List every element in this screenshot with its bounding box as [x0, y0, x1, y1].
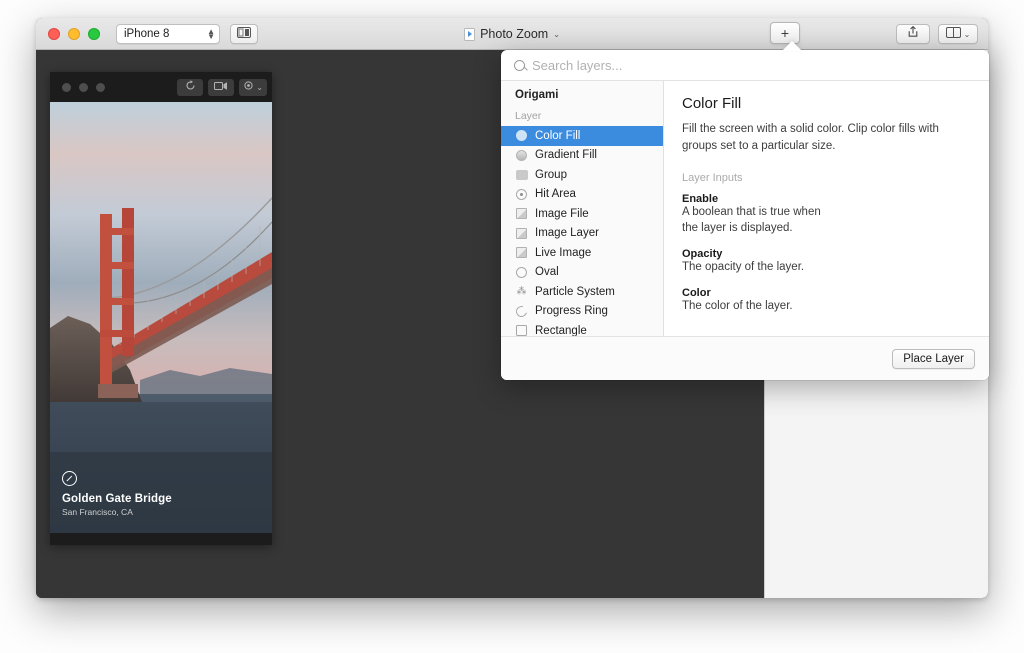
layer-inputs-label: Layer Inputs: [682, 172, 743, 185]
popover-footer: Place Layer: [501, 336, 989, 380]
preview-zoom-icon[interactable]: [96, 82, 105, 92]
library-item-label: Color Fill: [535, 129, 581, 142]
zoom-icon[interactable]: [88, 27, 100, 40]
particle-icon: ⁂: [516, 285, 527, 297]
library-item-label: Rectangle: [535, 324, 587, 336]
place-layer-button[interactable]: Place Layer: [892, 348, 975, 369]
photo-canvas: Golden Gate Bridge San Francisco, CA: [50, 102, 272, 533]
screen: iPhone 8 ▲ ▼ Photo Zoom ⌄ ⌄ + ⌄ Golden G…: [0, 0, 1024, 653]
preview-traffic-lights: [62, 82, 105, 92]
library-item-label: Progress Ring: [535, 305, 608, 318]
share-button[interactable]: [896, 24, 930, 44]
library-item-particle-system[interactable]: ⁂ Particle System: [501, 282, 663, 302]
library-item-label: Image File: [535, 207, 589, 220]
gear-icon: [243, 80, 254, 94]
minimize-icon[interactable]: [68, 27, 80, 40]
layer-detail-panel: Color Fill Fill the screen with a solid …: [664, 81, 989, 336]
input-description: The opacity of the layer.: [682, 261, 805, 274]
input-description: A boolean that is true when the layer is…: [682, 206, 821, 235]
close-icon[interactable]: [48, 27, 60, 40]
preview-record-button[interactable]: [208, 78, 235, 96]
preview-toolbar: ⌄: [50, 72, 272, 102]
overlay-title: Golden Gate Bridge: [62, 493, 172, 505]
library-item-hit-area[interactable]: Hit Area: [501, 185, 663, 205]
library-item-image-file[interactable]: Image File: [501, 204, 663, 224]
search-row[interactable]: Search layers...: [501, 50, 989, 81]
rectangle-icon: [515, 324, 528, 336]
popover-body: Origami Layer Color Fill Gradient Fill Gro…: [501, 81, 989, 336]
library-item-progress-ring[interactable]: Progress Ring: [501, 302, 663, 322]
split-view-button[interactable]: [230, 23, 258, 44]
image-icon: [515, 246, 528, 259]
overlay-subtitle: San Francisco, CA: [62, 507, 133, 517]
document-title-text: Photo Zoom: [480, 27, 549, 41]
record-icon: [214, 81, 228, 94]
library-item-image-layer[interactable]: Image Layer: [501, 224, 663, 244]
preview-refresh-button[interactable]: [177, 78, 204, 96]
hit-area-icon: [515, 188, 528, 201]
share-icon: [907, 25, 919, 43]
library-name: Origami: [515, 89, 559, 101]
input-name: Enable: [682, 193, 719, 206]
preview-minimize-icon[interactable]: [79, 82, 88, 92]
titlebar-right-tools: ⌄: [896, 24, 978, 44]
preview-tools: ⌄: [177, 78, 267, 96]
stepper-icon: ▲ ▼: [207, 26, 215, 41]
layer-library-list[interactable]: Origami Layer Color Fill Gradient Fill Gro…: [501, 81, 664, 336]
detail-description: Fill the screen with a solid color. Clip…: [682, 123, 939, 152]
library-item-label: Gradient Fill: [535, 149, 597, 162]
circle-gradient-icon: [515, 149, 528, 162]
device-selector[interactable]: iPhone 8 ▲ ▼: [116, 23, 220, 44]
chevron-down-icon[interactable]: ⌄: [553, 30, 560, 39]
library-item-rectangle[interactable]: Rectangle: [501, 321, 663, 336]
chevron-down-icon: ⌄: [963, 29, 971, 39]
input-description: The color of the layer.: [682, 299, 793, 312]
library-item-label: Image Layer: [535, 227, 599, 240]
library-item-live-image[interactable]: Live Image: [501, 243, 663, 263]
library-item-group[interactable]: Group: [501, 165, 663, 185]
input-name: Color: [682, 286, 711, 299]
device-selector-value: iPhone 8: [124, 27, 170, 40]
preview-settings-button[interactable]: ⌄: [239, 78, 267, 96]
library-item-label: Group: [535, 168, 567, 181]
preview-close-icon[interactable]: [62, 82, 71, 92]
split-view-icon: [237, 25, 251, 43]
library-item-label: Hit Area: [535, 188, 576, 201]
image-icon: [515, 227, 528, 240]
library-items: Color Fill Gradient Fill Group Hit Area Imag…: [501, 126, 663, 336]
photo-overlay-card: Golden Gate Bridge San Francisco, CA: [50, 459, 272, 533]
window-titlebar: iPhone 8 ▲ ▼ Photo Zoom ⌄ ⌄ +: [36, 18, 988, 50]
document-icon: [464, 27, 476, 41]
circle-fill-icon: [515, 129, 528, 142]
image-icon: [515, 207, 528, 220]
refresh-icon: [185, 80, 196, 94]
layer-inputs-list: Enable A boolean that is true when the la…: [682, 193, 971, 314]
popover-arrow: [782, 41, 802, 51]
library-group-label: Layer: [515, 110, 542, 122]
compass-icon: [62, 471, 77, 486]
device-preview: ⌄ Golden Gate Bridge San Francisco, CA: [50, 72, 272, 545]
search-input[interactable]: Search layers...: [532, 58, 622, 73]
oval-icon: [515, 266, 528, 279]
folder-icon: [515, 168, 528, 181]
library-item-color-fill[interactable]: Color Fill: [501, 126, 663, 146]
library-item-label: Particle System: [535, 285, 615, 298]
library-item-gradient-fill[interactable]: Gradient Fill: [501, 146, 663, 166]
progress-ring-icon: [513, 303, 530, 319]
input-name: Opacity: [682, 248, 723, 261]
search-icon: [514, 59, 525, 71]
layer-library-popover: Search layers... Origami Layer Color Fil…: [501, 50, 989, 380]
library-item-label: Live Image: [535, 246, 592, 259]
traffic-lights: [48, 27, 100, 40]
library-item-label: Oval: [535, 266, 559, 279]
library-item-oval[interactable]: Oval: [501, 263, 663, 283]
detail-title: Color Fill: [682, 95, 742, 112]
layout-icon: [945, 25, 961, 43]
layout-button[interactable]: ⌄: [938, 24, 978, 44]
chevron-down-icon: ⌄: [256, 82, 263, 92]
